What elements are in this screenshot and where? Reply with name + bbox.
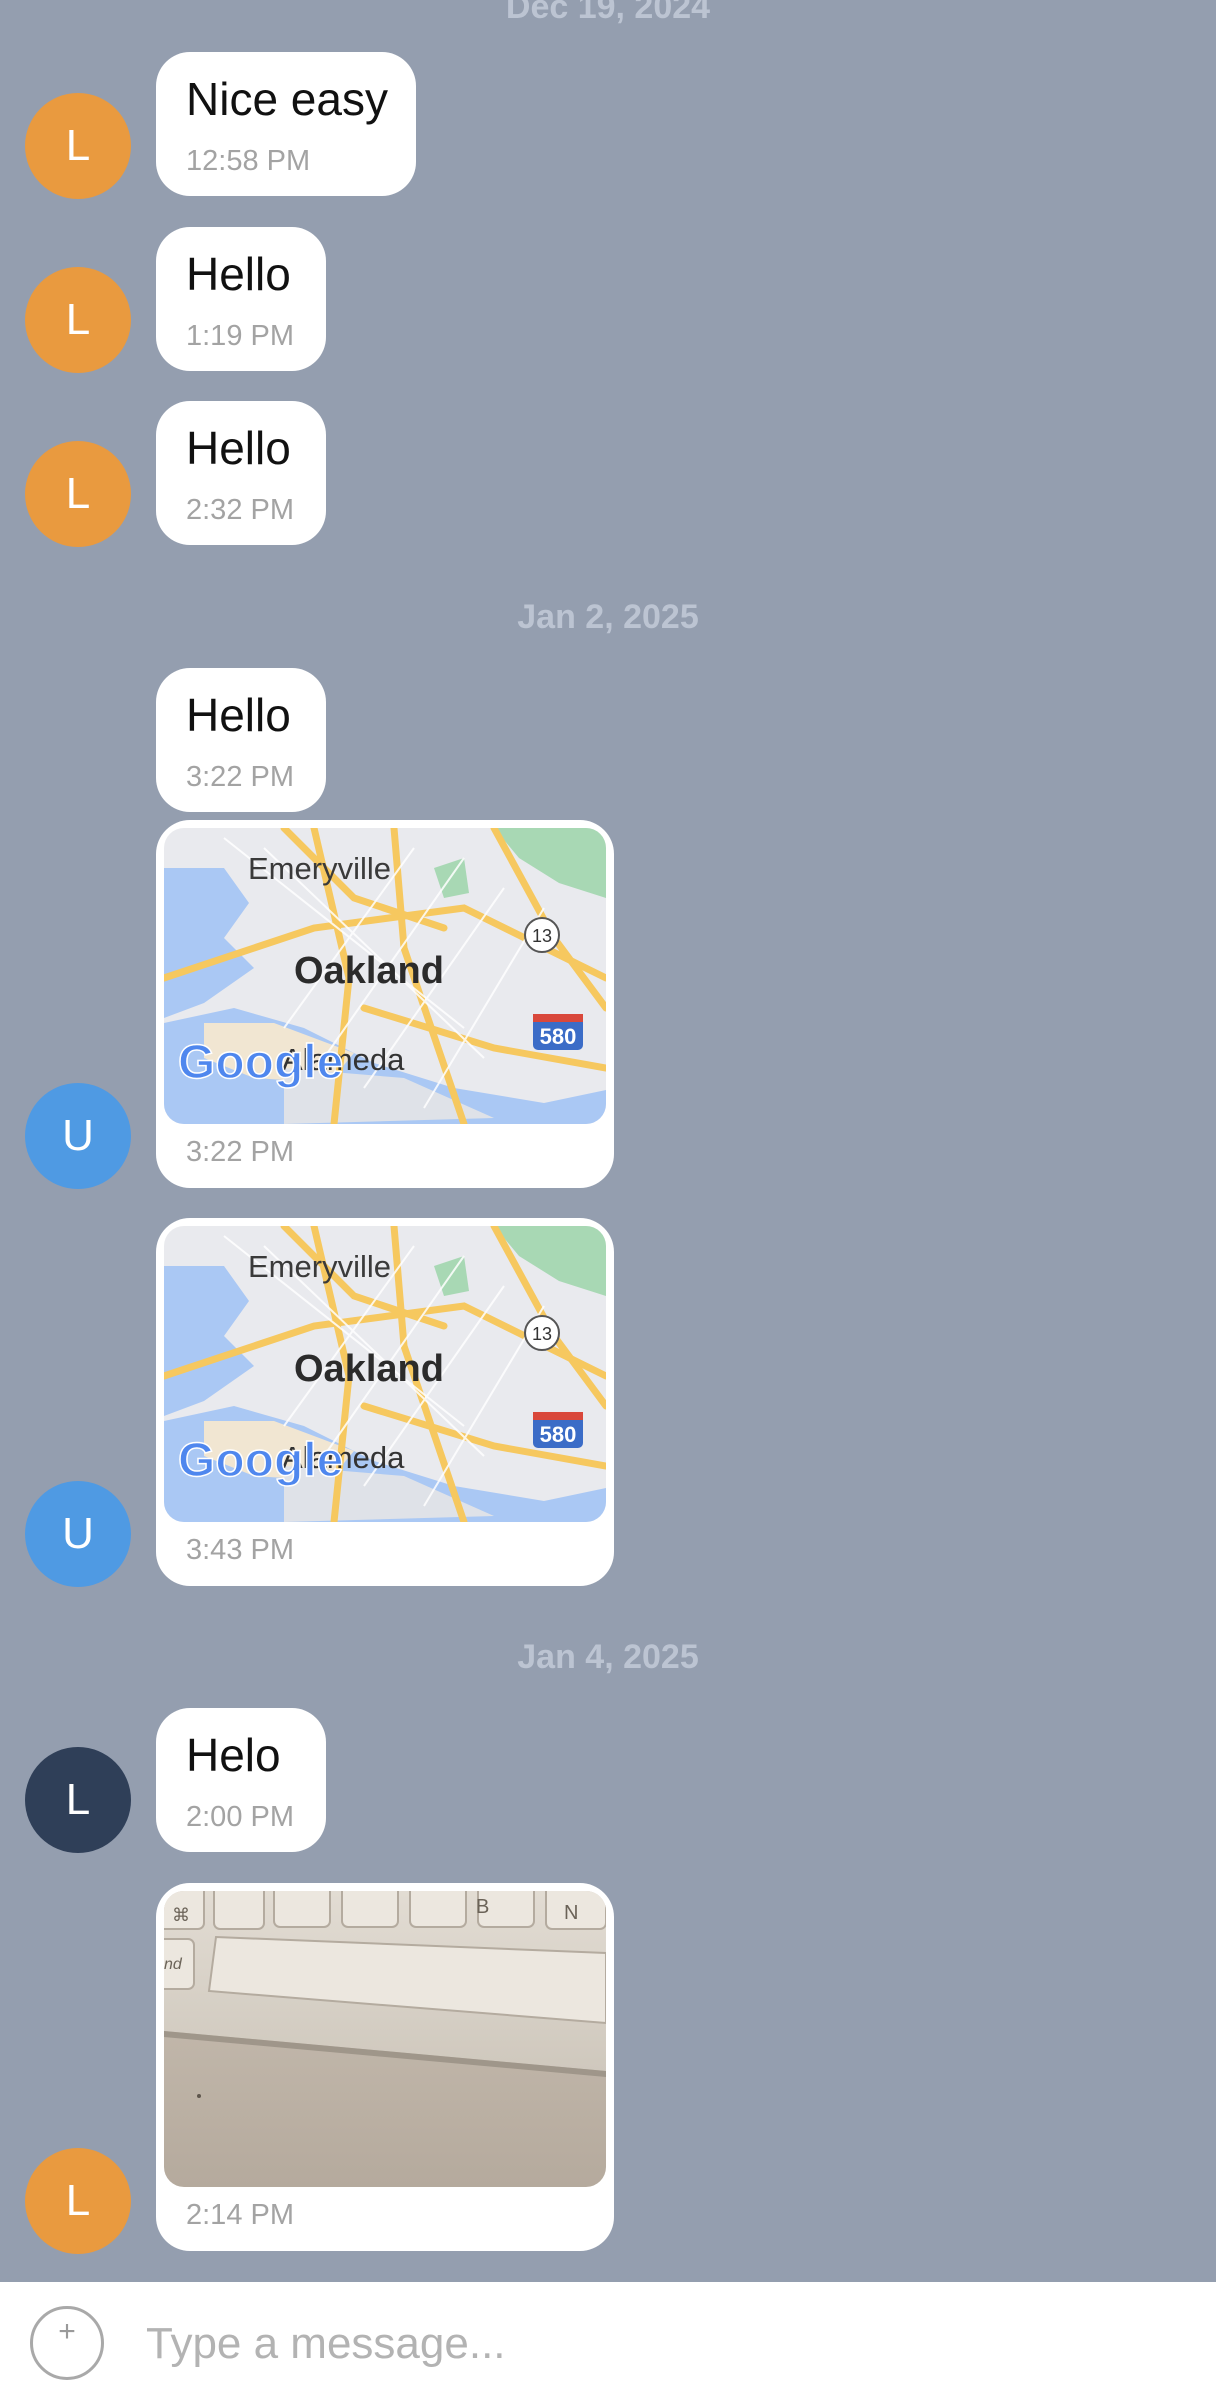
date-separator: Dec 19, 2024	[505, 0, 711, 26]
date-separator: Jan 4, 2025	[517, 1638, 699, 1676]
route-shield-13: 13	[532, 1324, 552, 1344]
message-time: 2:00 PM	[186, 1801, 294, 1833]
message-bubble[interactable]: Hello 3:22 PM	[156, 668, 326, 812]
avatar-initial: L	[65, 469, 91, 518]
plus-circle-icon[interactable]: +	[30, 2306, 104, 2380]
avatar[interactable]: L	[25, 1747, 131, 1853]
message-bubble[interactable]: Nice easy 12:58 PM	[156, 52, 416, 196]
google-logo: Google	[178, 1036, 343, 1089]
map-message-bubble[interactable]: 13 580 Emeryville Oakland Alameda Google…	[156, 820, 614, 1188]
map-label-emeryville: Emeryville	[248, 1249, 391, 1284]
google-logo: Google	[178, 1434, 343, 1487]
avatar-initial: U	[62, 1111, 94, 1160]
keyboard-photo[interactable]: ⌘ B N nd	[164, 1891, 606, 2187]
message-text: Hello	[186, 422, 291, 474]
key-b: B	[476, 1896, 489, 1918]
message-time: 12:58 PM	[186, 145, 311, 177]
message-text: Helo	[186, 1729, 281, 1781]
message-bubble[interactable]: Hello 2:32 PM	[156, 401, 326, 545]
map-thumbnail[interactable]: 13 580 Emeryville Oakland Alameda Google	[164, 828, 606, 1124]
avatar-initial: L	[65, 1775, 91, 1824]
message-time: 3:22 PM	[186, 761, 294, 793]
message-time: 3:22 PM	[186, 1136, 294, 1168]
avatar[interactable]: L	[25, 267, 131, 373]
message-bubble[interactable]: Helo 2:00 PM	[156, 1708, 326, 1852]
avatar-initial: U	[62, 1509, 94, 1558]
route-shield-13: 13	[532, 926, 552, 946]
avatar[interactable]: L	[25, 2148, 131, 2254]
message-text: Nice easy	[186, 73, 388, 125]
avatar[interactable]: L	[25, 93, 131, 199]
avatar[interactable]: U	[25, 1083, 131, 1189]
key-n: N	[564, 1902, 578, 1924]
avatar-initial: L	[65, 121, 91, 170]
message-text: Hello	[186, 248, 291, 300]
message-time: 2:32 PM	[186, 494, 294, 526]
map-message-bubble[interactable]: 13 580 Emeryville Oakland Alameda Google…	[156, 1218, 614, 1586]
message-text: Hello	[186, 689, 291, 741]
photo-message-bubble[interactable]: ⌘ B N nd 2:14 PM	[156, 1883, 614, 2251]
map-label-oakland: Oakland	[294, 950, 444, 992]
route-shield-580: 580	[540, 1422, 577, 1447]
avatar[interactable]: L	[25, 441, 131, 547]
message-time: 2:14 PM	[186, 2199, 294, 2231]
key-symbol: ⌘	[172, 1905, 190, 1925]
message-bubble[interactable]: Hello 1:19 PM	[156, 227, 326, 371]
route-shield-580: 580	[540, 1024, 577, 1049]
avatar-initial: L	[65, 295, 91, 344]
map-label-emeryville: Emeryville	[248, 851, 391, 886]
message-time: 1:19 PM	[186, 320, 294, 352]
avatar[interactable]: U	[25, 1481, 131, 1587]
key-end: nd	[164, 1956, 183, 1973]
avatar-initial: L	[65, 2176, 91, 2225]
message-composer: +	[0, 2282, 1216, 2406]
map-label-oakland: Oakland	[294, 1348, 444, 1390]
chat-area[interactable]: Dec 19, 2024 Jan 2, 2025 Jan 4, 2025 L N…	[0, 0, 1216, 2282]
map-thumbnail[interactable]: 13 580 Emeryville Oakland Alameda Google	[164, 1226, 606, 1522]
message-input[interactable]	[146, 2302, 1186, 2386]
message-time: 3:43 PM	[186, 1534, 294, 1566]
date-separator: Jan 2, 2025	[517, 598, 699, 636]
